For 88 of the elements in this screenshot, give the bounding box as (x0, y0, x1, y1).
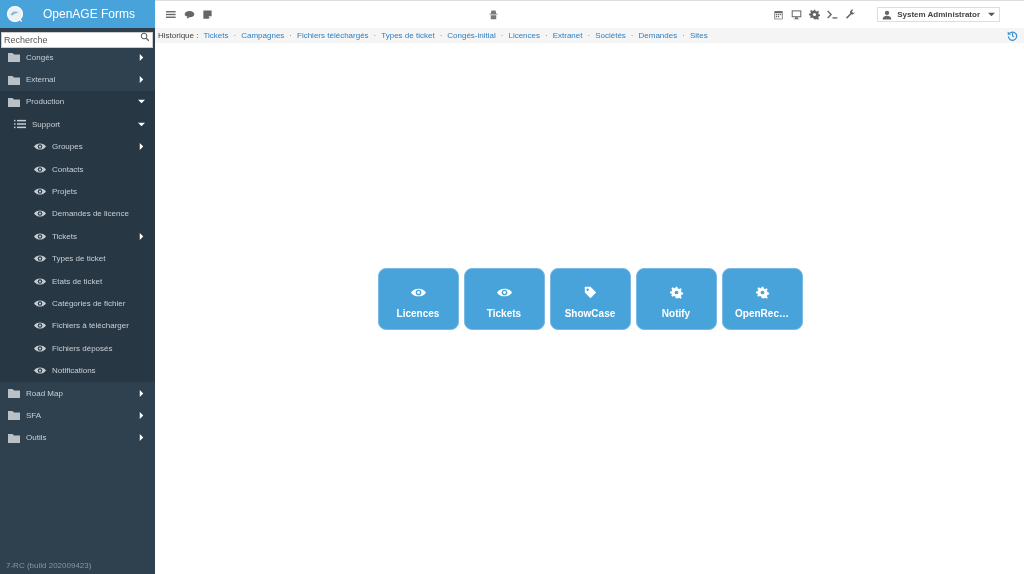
eye-icon (410, 286, 426, 299)
sidebar-item[interactable]: Support (0, 113, 155, 136)
separator-dot: · (500, 31, 504, 40)
sidebar-item[interactable]: Notifications (0, 359, 155, 382)
sidebar-item[interactable]: Road Map (0, 381, 155, 405)
separator-dot: · (682, 31, 685, 40)
app-title: OpenAGE Forms (43, 7, 136, 21)
eye-icon (34, 321, 46, 331)
wrench-icon[interactable] (845, 9, 857, 20)
history-link[interactable]: Campagnes (241, 31, 285, 40)
folder-icon (8, 74, 20, 85)
history-label: Historique : (158, 31, 199, 40)
sidebar-item[interactable]: Etats de ticket (0, 269, 155, 293)
folder-icon (8, 388, 20, 399)
logo-icon (6, 5, 24, 23)
eye-icon (34, 209, 46, 219)
chat-icon[interactable] (184, 9, 195, 20)
caret-down-icon[interactable] (138, 98, 145, 106)
list-icon (14, 119, 26, 130)
history-link[interactable]: Licences (508, 31, 540, 40)
history-link[interactable]: Extranet (552, 31, 583, 40)
history-link[interactable]: Sites (689, 31, 708, 40)
separator-dot: · (439, 31, 443, 40)
eye-icon (34, 276, 46, 286)
spy-icon[interactable] (487, 9, 499, 20)
separator-dot: · (630, 31, 634, 40)
separator-dot: · (289, 31, 292, 40)
history-icon[interactable] (1007, 30, 1018, 41)
monitor-icon[interactable] (791, 9, 803, 20)
tag-icon (582, 286, 598, 299)
history-link[interactable]: Congés-initial (447, 31, 496, 40)
sidebar-item[interactable]: Production (0, 90, 155, 114)
sidebar-item[interactable]: Projets (0, 180, 155, 203)
eye-icon (34, 187, 46, 197)
caret-right-icon[interactable] (138, 411, 145, 419)
sidebar-item[interactable]: Fichiers déposés (0, 337, 155, 360)
search-icon[interactable] (140, 32, 150, 42)
caret-down-icon[interactable] (138, 120, 145, 128)
history-link[interactable]: Fichiers téléchargés (297, 31, 369, 40)
sidebar-item[interactable]: Catégories de fichier (0, 292, 155, 315)
eye-icon (34, 366, 46, 376)
eye-icon (34, 164, 46, 174)
caret-right-icon[interactable] (138, 389, 145, 397)
eye-icon (34, 343, 46, 353)
separator-dot: · (233, 31, 237, 40)
eye-icon (34, 299, 46, 308)
history-link[interactable]: Tickets (203, 31, 229, 40)
eye-icon (34, 254, 46, 264)
separator-dot: · (545, 31, 548, 40)
menu-icon[interactable] (166, 9, 177, 20)
note-icon[interactable] (202, 9, 213, 20)
caret-down-icon (988, 11, 995, 18)
caret-right-icon[interactable] (138, 143, 145, 151)
sidebar-item[interactable]: Outils (0, 426, 155, 450)
sidebar-item[interactable]: Fichiers à télécharger (0, 314, 155, 338)
sidebar-item[interactable]: SFA (0, 404, 155, 427)
terminal-icon[interactable] (827, 9, 839, 20)
folder-icon (8, 96, 20, 107)
search-field[interactable]: Recherche (1, 32, 153, 48)
folder-icon (8, 52, 20, 63)
user-menu-button[interactable]: System Administrator (877, 7, 1000, 22)
separator-dot: · (373, 31, 377, 40)
settings-icon[interactable] (809, 9, 821, 20)
folder-icon (8, 410, 20, 421)
sidebar-item[interactable]: Groupes (0, 135, 155, 158)
sidebar-item[interactable]: Congés (0, 46, 155, 69)
caret-right-icon[interactable] (138, 76, 145, 84)
sidebar-item[interactable]: Demandes de licence (0, 202, 155, 226)
separator-dot: · (587, 31, 591, 40)
sidebar-item[interactable]: External (0, 68, 155, 91)
sidebar-item[interactable]: Types de ticket (0, 247, 155, 270)
caret-right-icon[interactable] (138, 232, 145, 240)
folder-icon (8, 432, 20, 443)
gear-icon (754, 286, 770, 299)
sidebar-item[interactable]: Tickets (0, 225, 155, 248)
caret-right-icon[interactable] (138, 434, 145, 442)
history-link[interactable]: Sociétés (595, 31, 626, 40)
user-icon (882, 9, 893, 20)
calendar-icon[interactable] (773, 9, 785, 20)
history-link[interactable]: Demandes (638, 31, 678, 40)
caret-right-icon[interactable] (138, 53, 145, 61)
sidebar-item[interactable]: Contacts (0, 157, 155, 181)
eye-icon (496, 286, 512, 299)
version-text: 7-RC (build 202009423) (5, 561, 93, 572)
gear-icon (668, 286, 684, 299)
eye-icon (34, 142, 46, 152)
history-link[interactable]: Types de ticket (381, 31, 435, 40)
eye-icon (34, 231, 46, 241)
